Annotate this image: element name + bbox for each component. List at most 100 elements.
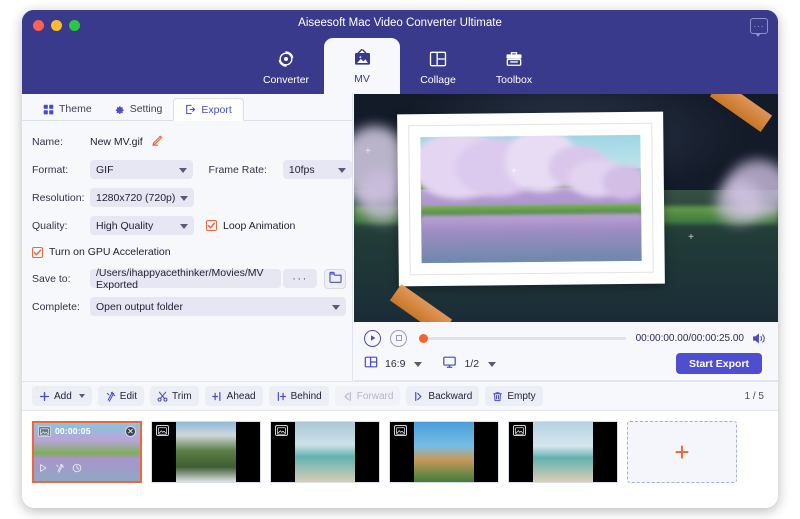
mv-icon (352, 47, 373, 69)
save-to-label: Save to: (32, 273, 90, 285)
converter-icon (276, 48, 296, 70)
nav-item-converter[interactable]: Converter (248, 40, 324, 94)
loop-animation-label: Loop Animation (223, 220, 295, 232)
gpu-checkbox[interactable]: Turn on GPU Acceleration (32, 246, 171, 258)
play-icon[interactable] (364, 330, 381, 347)
clip-letterbox (355, 422, 379, 482)
sparkle-icon: + (511, 166, 517, 177)
field-gpu: Turn on GPU Acceleration (32, 241, 352, 263)
chat-bubble-icon[interactable]: ··· (750, 18, 768, 34)
pencil-icon[interactable] (151, 133, 164, 151)
forward-button[interactable]: Forward (335, 386, 401, 406)
complete-value: Open output folder (96, 301, 183, 313)
play-icon[interactable] (38, 460, 48, 478)
effects-icon[interactable] (55, 460, 65, 478)
tab-theme-label: Theme (59, 103, 92, 115)
close-icon[interactable]: ✕ (125, 426, 136, 437)
save-path-value: /Users/ihappyacethinker/Movies/MV Export… (96, 267, 275, 291)
complete-select[interactable]: Open output folder (90, 297, 346, 316)
field-save-to: Save to: /Users/ihappyacethinker/Movies/… (32, 266, 352, 291)
empty-button-label: Empty (507, 391, 535, 402)
folder-icon (329, 270, 342, 288)
backward-button[interactable]: Backward (406, 386, 479, 406)
behind-button[interactable]: Behind (269, 386, 329, 406)
mv-photo (420, 135, 641, 263)
sparkle-icon: + (365, 146, 371, 157)
chevron-down-icon (332, 305, 340, 310)
resolution-value: 1280x720 (720p) (96, 192, 175, 204)
tab-theme[interactable]: Theme (32, 98, 103, 120)
toolbox-icon (504, 48, 524, 70)
gpu-label: Turn on GPU Acceleration (49, 246, 171, 258)
duration-icon[interactable] (72, 460, 82, 478)
edit-button[interactable]: Edit (98, 386, 144, 406)
export-panel: Theme Setting (22, 94, 353, 381)
trash-icon (492, 391, 503, 402)
progress-handle[interactable] (419, 334, 428, 343)
add-button[interactable]: Add (32, 386, 92, 406)
open-folder-button[interactable] (324, 269, 346, 289)
frame-rate-value: 10fps (289, 164, 315, 176)
monitor-icon (442, 355, 457, 374)
clip-tools[interactable] (38, 460, 82, 478)
clip-thumbnail (533, 422, 593, 482)
resolution-select[interactable]: 1280x720 (720p) (90, 188, 194, 207)
timecode-display: 00:00:00.00/00:00:25.00 (636, 333, 744, 344)
tab-setting-label: Setting (130, 103, 163, 115)
browse-button[interactable]: ··· (283, 269, 317, 288)
ahead-button[interactable]: Ahead (205, 386, 263, 406)
sparkle-icon: + (688, 232, 694, 243)
photo-water-reflection (421, 213, 641, 263)
screen-size-control[interactable]: 1/2 (442, 355, 496, 374)
chat-bubble-dots: ··· (754, 24, 765, 29)
add-clip-card[interactable]: + (627, 421, 737, 483)
app-body: Theme Setting (22, 94, 778, 508)
timeline-clip[interactable] (508, 421, 618, 483)
frame-rate-select[interactable]: 10fps (283, 160, 352, 179)
complete-label: Complete: (32, 301, 90, 313)
nav-item-collage[interactable]: Collage (400, 40, 476, 94)
timeline-clip[interactable]: 00:00:05 ✕ (32, 421, 142, 483)
timeline-clip[interactable] (270, 421, 380, 483)
tab-setting[interactable]: Setting (103, 98, 174, 120)
format-label: Format: (32, 164, 90, 176)
add-button-label: Add (54, 391, 72, 402)
nav-item-toolbox[interactable]: Toolbox (476, 40, 552, 94)
empty-button[interactable]: Empty (485, 386, 542, 406)
volume-icon[interactable] (752, 332, 768, 345)
quality-select[interactable]: High Quality (90, 216, 194, 235)
insert-ahead-icon (212, 391, 223, 402)
loop-animation-checkbox[interactable]: Loop Animation (206, 220, 295, 232)
image-badge-icon (156, 425, 169, 436)
preview-area[interactable]: + + + (354, 94, 778, 322)
app-window: Aiseesoft Mac Video Converter Ultimate ·… (22, 10, 778, 508)
image-badge-icon (38, 426, 51, 437)
clip-letterbox (593, 422, 617, 482)
timeline-clip[interactable] (389, 421, 499, 483)
stop-icon[interactable] (390, 330, 407, 347)
player-start-export-button[interactable]: Start Export (676, 353, 762, 374)
clip-letterbox (236, 422, 260, 482)
format-select[interactable]: GIF (90, 160, 193, 179)
nav-item-toolbox-label: Toolbox (496, 74, 532, 86)
timeline-clip[interactable] (151, 421, 261, 483)
collage-icon (428, 48, 448, 70)
main-navigation: Converter MV Collage (22, 40, 778, 94)
save-path-field[interactable]: /Users/ihappyacethinker/Movies/MV Export… (90, 269, 281, 288)
nav-item-collage-label: Collage (420, 74, 456, 86)
screen-size-value: 1/2 (464, 358, 479, 370)
player-bar: 00:00:00.00/00:00:25.00 1 (354, 322, 778, 381)
export-icon (185, 104, 196, 115)
magic-wand-icon (105, 391, 116, 402)
move-backward-icon (413, 391, 424, 402)
progress-slider[interactable] (419, 337, 626, 340)
clip-letterbox (474, 422, 498, 482)
trim-button[interactable]: Trim (150, 386, 199, 406)
edit-button-label: Edit (120, 391, 137, 402)
chevron-down-icon (180, 196, 188, 201)
aspect-ratio-control[interactable]: 16:9 (364, 355, 422, 374)
tab-export[interactable]: Export (173, 98, 243, 121)
stop-square (396, 335, 402, 341)
checkmark-icon (32, 247, 43, 258)
nav-item-mv[interactable]: MV (324, 38, 400, 94)
